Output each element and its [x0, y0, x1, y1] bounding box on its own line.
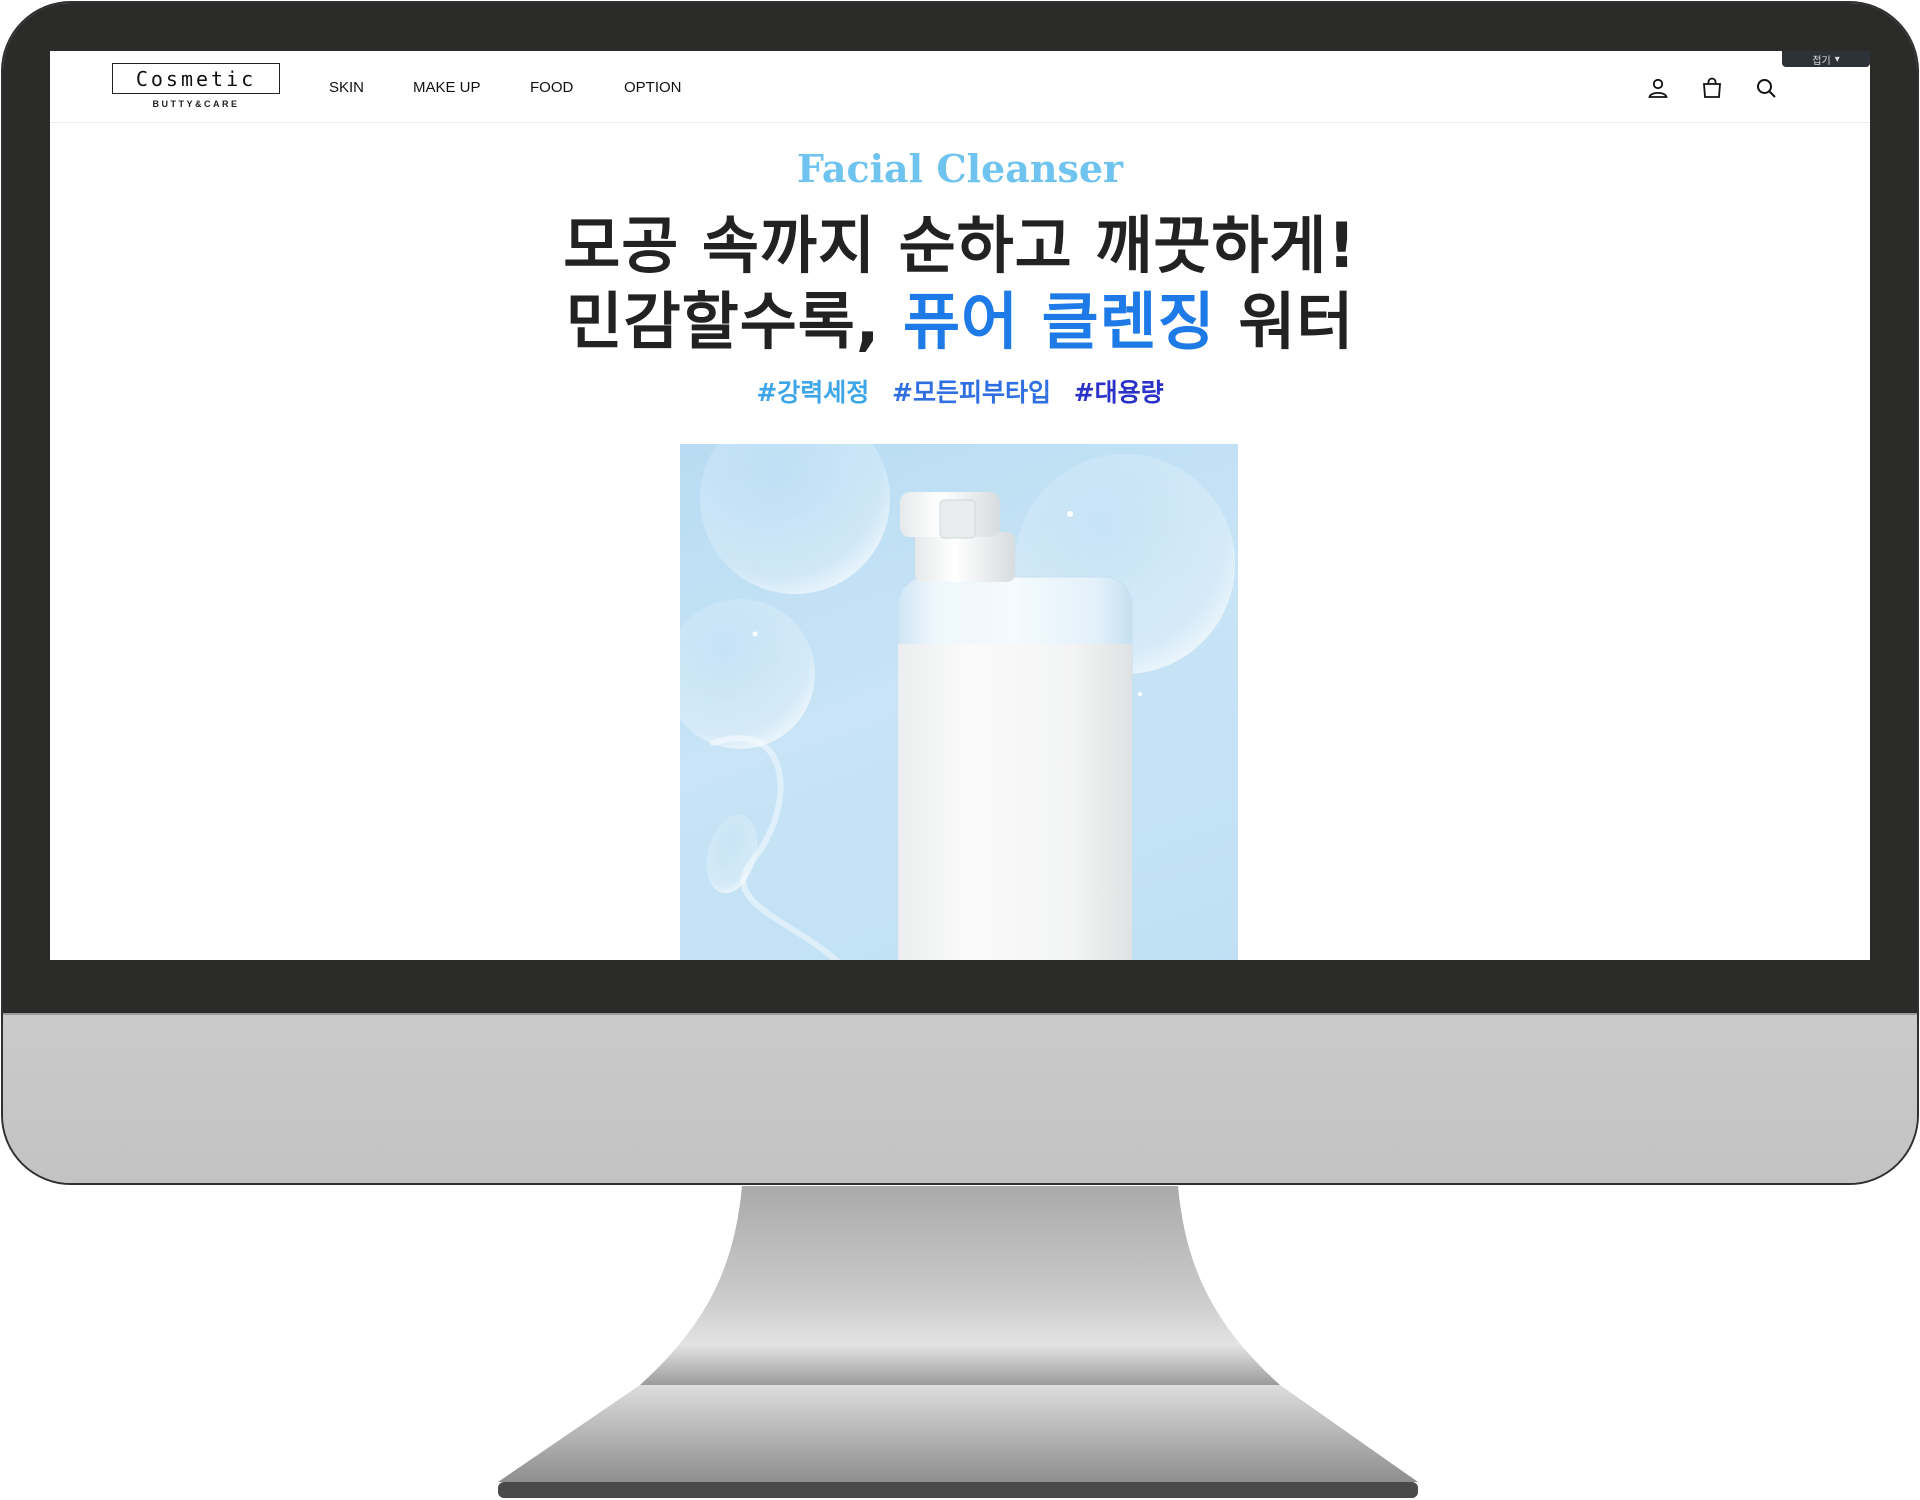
shopping-bag-icon[interactable] — [1700, 76, 1724, 100]
headline-highlight: 퓨어 클렌징 — [902, 285, 1216, 358]
hashtag: #모든피부타입 — [892, 378, 1051, 407]
collapse-tab[interactable]: 접기 ▾ — [1782, 51, 1870, 67]
user-icon[interactable] — [1646, 76, 1670, 100]
monitor-chin — [3, 1013, 1917, 1183]
promo-hashtags: #강력세정 #모든피부타입 #대용량 — [50, 373, 1870, 409]
nav-item-make-up[interactable]: MAKE UP — [413, 79, 481, 96]
promo-eyebrow-wrap: Facial Cleanser — [50, 147, 1870, 191]
nav-item-option[interactable]: OPTION — [624, 79, 682, 96]
search-icon[interactable] — [1754, 76, 1778, 100]
hashtag: #대용량 — [1073, 378, 1164, 407]
chevron-down-icon: ▾ — [1834, 53, 1840, 65]
site-header: Cosmetic BUTTY&CARE SKIN MAKE UP FOOD OP… — [50, 51, 1870, 123]
headline-line-1: 모공 속까지 순하고 깨끗하게! — [563, 209, 1357, 282]
main-nav: SKIN MAKE UP FOOD OPTION — [329, 79, 731, 96]
site-logo[interactable]: Cosmetic BUTTY&CARE — [112, 63, 280, 115]
header-actions — [1646, 76, 1778, 100]
browser-viewport: Cosmetic BUTTY&CARE SKIN MAKE UP FOOD OP… — [50, 51, 1870, 960]
logo-box: Cosmetic — [112, 63, 280, 94]
product-image — [680, 444, 1238, 960]
nav-item-skin[interactable]: SKIN — [329, 79, 364, 96]
logo-wordmark: Cosmetic — [135, 66, 257, 91]
logo-tagline: BUTTY&CARE — [152, 99, 240, 109]
promo-headline: 모공 속까지 순하고 깨끗하게! 민감할수록, 퓨어 클렌징 워터 — [50, 208, 1870, 360]
headline-line-2-suffix: 워터 — [1215, 285, 1355, 358]
promo-eyebrow: Facial Cleanser — [778, 147, 1142, 191]
collapse-tab-label: 접기 — [1812, 55, 1831, 67]
headline-line-2: 민감할수록, 퓨어 클렌징 워터 — [50, 284, 1870, 360]
hashtag: #강력세정 — [756, 378, 870, 407]
nav-item-food[interactable]: FOOD — [530, 79, 575, 96]
headline-line-2-prefix: 민감할수록, — [565, 285, 903, 358]
